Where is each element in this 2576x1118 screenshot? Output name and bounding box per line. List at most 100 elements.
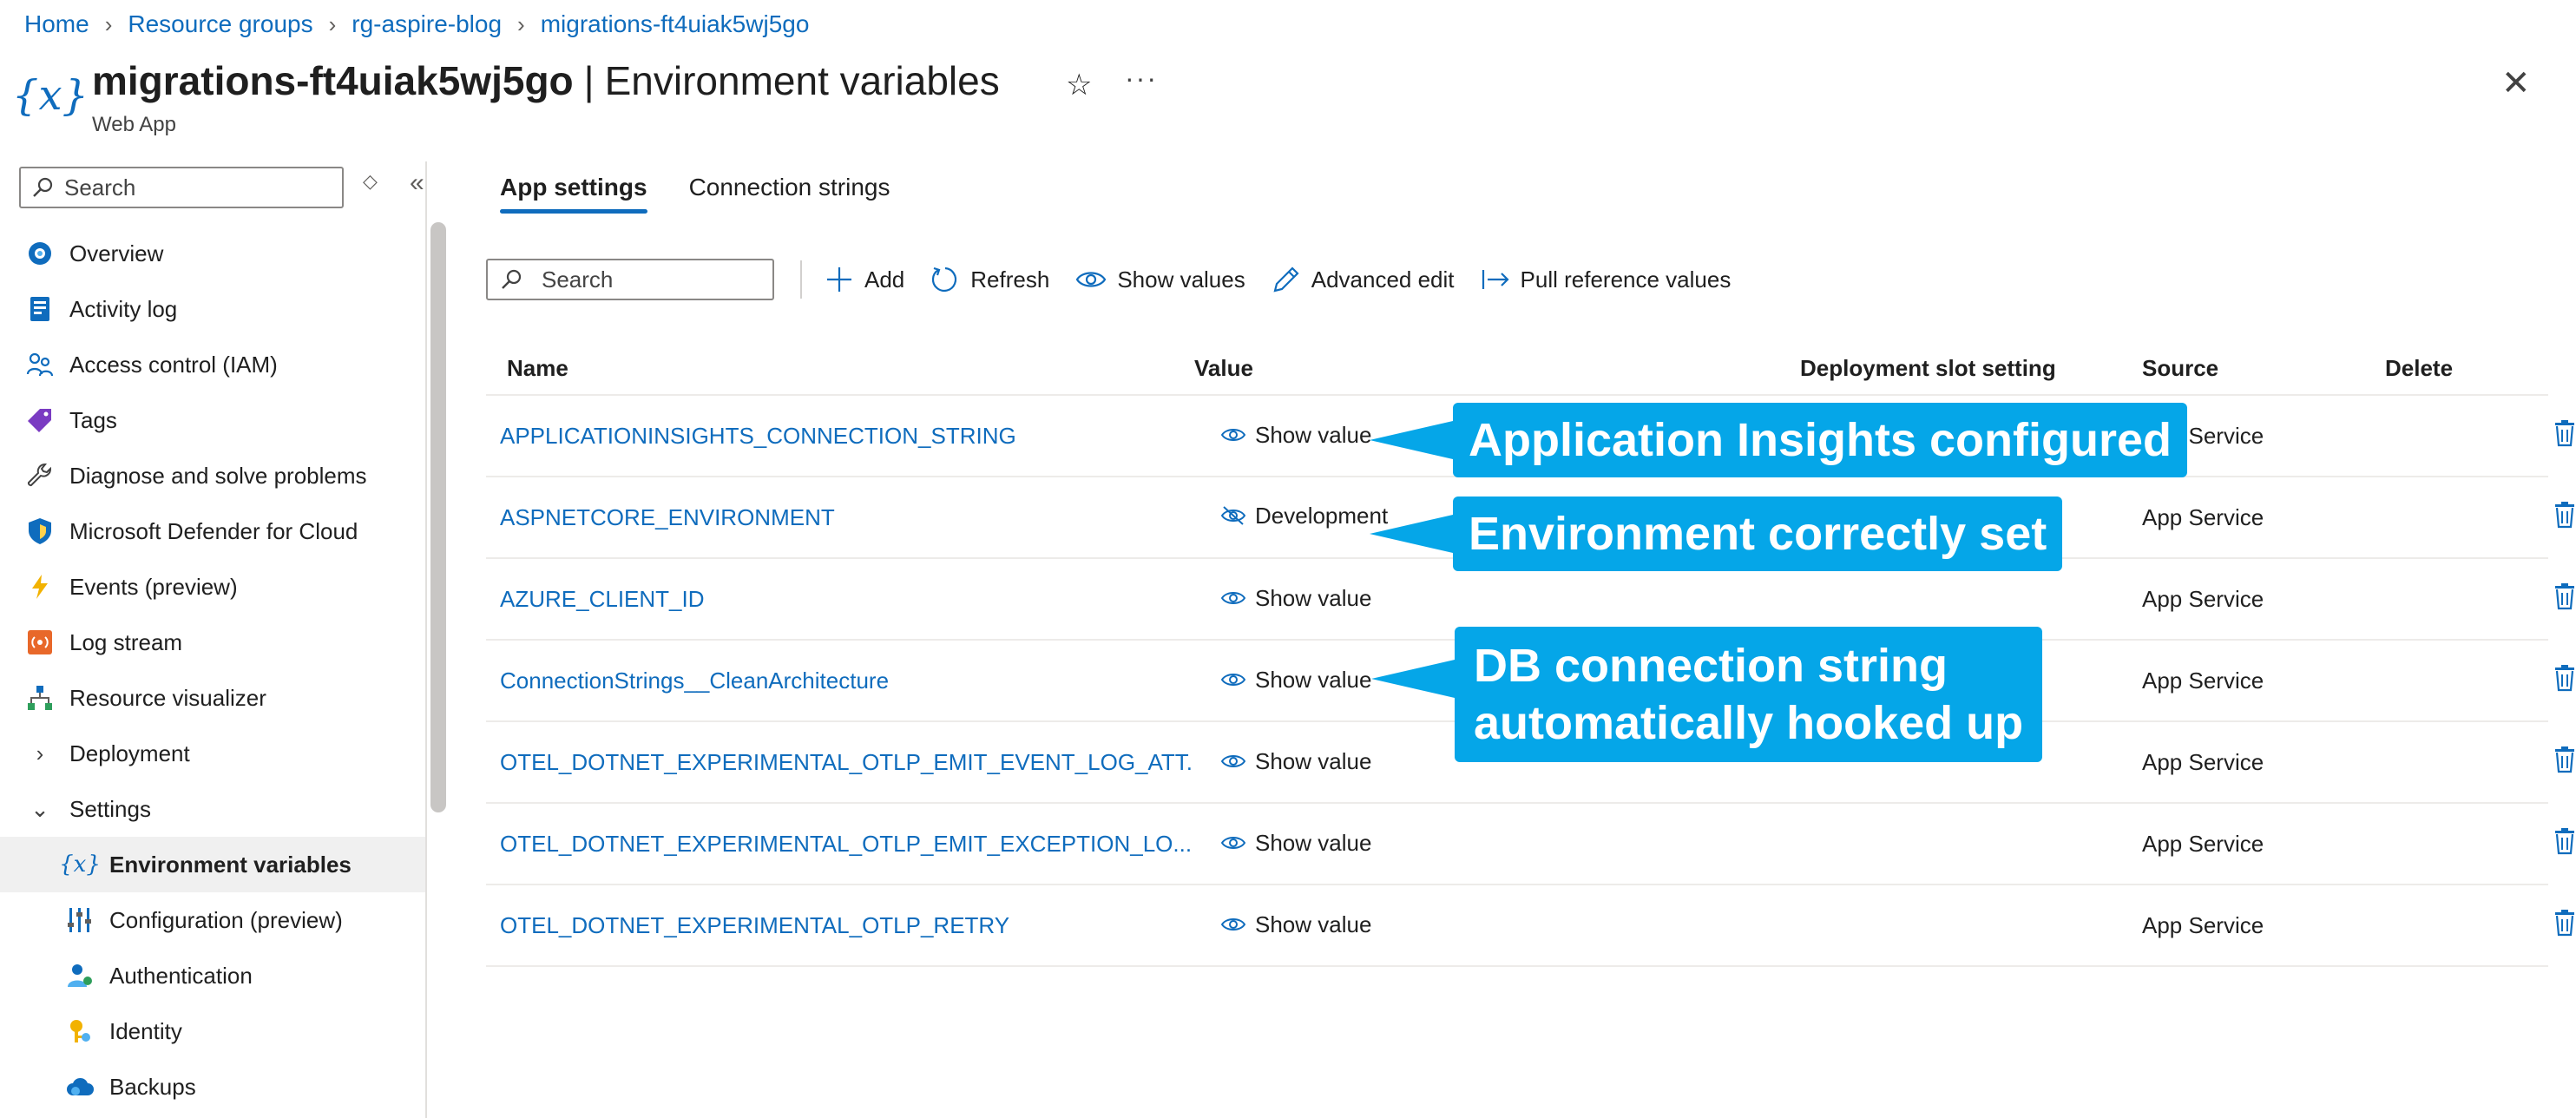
delete-icon[interactable] [2553, 501, 2576, 529]
setting-name-link[interactable]: ConnectionStrings__CleanArchitecture [500, 668, 889, 694]
eye-icon [1220, 671, 1246, 688]
search-icon [502, 269, 522, 289]
lightning-icon [26, 573, 54, 601]
value-text: Show value [1255, 747, 1372, 774]
advanced-edit-button[interactable]: Advanced edit [1272, 265, 1455, 294]
show-values-button[interactable]: Show values [1075, 266, 1245, 293]
annotation-callout-db-connection: DB connection string automatically hooke… [1370, 627, 2043, 762]
value-text: Development [1255, 502, 1389, 529]
settings-search-input[interactable] [542, 266, 767, 293]
sidebar-item-overview[interactable]: Overview [0, 226, 425, 281]
hide-value-button[interactable]: Development [1220, 503, 1388, 529]
source-cell: App Service [2142, 667, 2264, 694]
collapse-sidebar-icon[interactable]: « [410, 170, 424, 196]
annotation-callout-app-insights: Application Insights configured [1370, 403, 2187, 477]
sidebar-item-events[interactable]: Events (preview) [0, 559, 425, 615]
sidebar-search[interactable] [19, 167, 344, 208]
breadcrumb: Home › Resource groups › rg-aspire-blog … [24, 10, 809, 38]
delete-icon[interactable] [2553, 664, 2576, 692]
plus-icon [825, 265, 854, 294]
breadcrumb-resource-group-link[interactable]: rg-aspire-blog [352, 10, 502, 38]
sidebar-item-label: Backups [109, 1073, 196, 1100]
refresh-button-label: Refresh [970, 266, 1050, 293]
column-header-slot-setting[interactable]: Deployment slot setting [1800, 355, 2133, 382]
breadcrumb-home-link[interactable]: Home [24, 10, 89, 38]
sidebar-item-authentication[interactable]: Authentication [0, 948, 425, 1003]
show-value-button[interactable]: Show value [1220, 585, 1371, 612]
delete-icon[interactable] [2553, 746, 2576, 773]
value-text: Show value [1255, 421, 1372, 448]
tab-connection-strings[interactable]: Connection strings [689, 167, 890, 214]
chevron-right-icon: › [36, 740, 44, 766]
sidebar-item-settings[interactable]: ⌄ Settings [0, 781, 425, 837]
delete-icon[interactable] [2553, 419, 2576, 447]
sort-updown-icon[interactable]: ◇ [363, 172, 378, 191]
sidebar-item-resource-visualizer[interactable]: Resource visualizer [0, 670, 425, 726]
delete-icon[interactable] [2553, 582, 2576, 610]
shield-icon [26, 517, 54, 545]
sidebar-item-configuration[interactable]: Configuration (preview) [0, 892, 425, 948]
setting-name-link[interactable]: APPLICATIONINSIGHTS_CONNECTION_STRING [500, 423, 1016, 449]
setting-name-link[interactable]: OTEL_DOTNET_EXPERIMENTAL_OTLP_EMIT_EXCEP… [500, 831, 1192, 857]
sidebar-item-activity-log[interactable]: Activity log [0, 281, 425, 337]
star-icon[interactable]: ☆ [1066, 68, 1092, 102]
show-value-button[interactable]: Show value [1220, 830, 1371, 857]
source-cell: App Service [2142, 503, 2264, 530]
setting-name-link[interactable]: AZURE_CLIENT_ID [500, 586, 705, 612]
pull-reference-values-button[interactable]: Pull reference values [1481, 266, 1731, 293]
column-header-name[interactable]: Name [486, 355, 1194, 382]
sidebar-item-environment-variables[interactable]: {x} Environment variables [0, 837, 425, 892]
sidebar-item-defender[interactable]: Microsoft Defender for Cloud [0, 503, 425, 559]
sidebar-search-input[interactable] [64, 174, 325, 201]
activity-log-icon [26, 295, 54, 323]
more-options-icon[interactable]: ··· [1125, 62, 1158, 95]
column-header-delete: Delete [2385, 354, 2454, 381]
add-button[interactable]: Add [825, 265, 904, 294]
page-name: Environment variables [604, 58, 1000, 103]
show-value-button[interactable]: Show value [1220, 911, 1371, 938]
setting-name-link[interactable]: ASPNETCORE_ENVIRONMENT [500, 504, 835, 530]
value-text: Show value [1255, 829, 1372, 856]
eye-icon [1220, 834, 1246, 852]
column-header-value[interactable]: Value [1194, 355, 1800, 382]
value-text: Show value [1255, 584, 1372, 611]
delete-icon[interactable] [2553, 827, 2576, 855]
table-row: OTEL_DOTNET_EXPERIMENTAL_OTLP_RETRY Show… [486, 885, 2574, 967]
setting-name-link[interactable]: OTEL_DOTNET_EXPERIMENTAL_OTLP_RETRY [500, 912, 1009, 938]
toolbar-divider [800, 260, 802, 299]
sidebar-scrollbar[interactable] [430, 222, 446, 812]
refresh-button[interactable]: Refresh [930, 265, 1049, 294]
value-text: Show value [1255, 911, 1372, 937]
callout-line: automatically hooked up [1474, 697, 2024, 749]
pull-arrow-icon [1481, 266, 1510, 293]
delete-icon[interactable] [2553, 909, 2576, 937]
chevron-down-icon: ⌄ [30, 795, 49, 822]
sidebar-item-log-stream[interactable]: Log stream [0, 615, 425, 670]
source-cell: App Service [2142, 585, 2264, 612]
wrench-icon [26, 462, 54, 490]
eye-off-icon [1220, 505, 1246, 526]
sidebar-item-label: Diagnose and solve problems [69, 462, 367, 489]
sidebar-item-access-control[interactable]: Access control (IAM) [0, 337, 425, 392]
search-icon [33, 177, 53, 197]
setting-name-link[interactable]: OTEL_DOTNET_EXPERIMENTAL_OTLP_EMIT_EVENT… [500, 749, 1194, 775]
sidebar-item-tags[interactable]: Tags [0, 392, 425, 448]
show-value-button[interactable]: Show value [1220, 748, 1371, 775]
show-value-button[interactable]: Show value [1220, 667, 1371, 694]
sidebar-divider [425, 161, 427, 1118]
eye-icon [1220, 916, 1246, 933]
tab-app-settings[interactable]: App settings [500, 167, 647, 214]
sidebar-item-backups[interactable]: Backups [0, 1059, 425, 1115]
environment-variables-icon: {x} [11, 71, 89, 120]
close-icon[interactable]: ✕ [2501, 66, 2531, 101]
table-header: Name Value Deployment slot setting Sourc… [486, 342, 2548, 396]
sidebar-item-identity[interactable]: Identity [0, 1003, 425, 1059]
column-header-source[interactable]: Source [2133, 355, 2385, 382]
breadcrumb-resource-groups-link[interactable]: Resource groups [128, 10, 312, 38]
breadcrumb-resource-link[interactable]: migrations-ft4uiak5wj5go [541, 10, 810, 38]
sidebar-item-diagnose[interactable]: Diagnose and solve problems [0, 448, 425, 503]
show-value-button[interactable]: Show value [1220, 422, 1371, 449]
settings-search[interactable] [486, 259, 774, 300]
sidebar-item-label: Overview [69, 240, 164, 266]
sidebar-item-deployment[interactable]: › Deployment [0, 726, 425, 781]
